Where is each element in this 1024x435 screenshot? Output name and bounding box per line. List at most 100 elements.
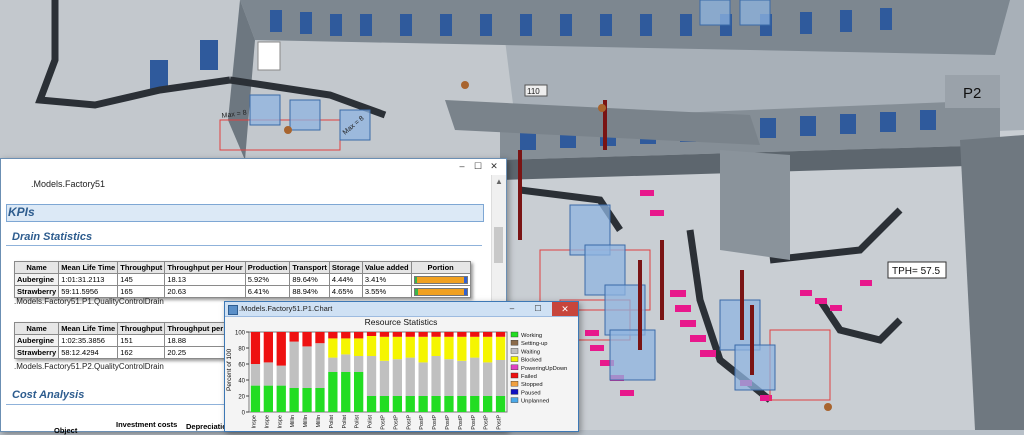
maximize-button[interactable]: ☐ [472,161,484,171]
portion-bar [413,287,468,296]
x-tick-label: Millin [290,415,296,428]
x-tick-label: PostP [406,415,412,430]
portion-segment [464,276,467,283]
report-title: .Models.Factory51 [31,179,106,189]
x-tick-label: Millin [303,415,309,428]
bar-segment [315,388,325,412]
bar-segment [328,372,338,412]
bar-segment [470,357,480,396]
bar-segment [495,360,506,396]
legend-entry: Stopped [521,382,543,388]
bar-segment [431,396,441,412]
bar-segment [341,332,351,339]
bar-segment [495,396,506,412]
close-button[interactable]: ✕ [552,302,578,316]
y-tick-label: 20 [238,395,245,401]
bar-segment [431,332,441,337]
close-button[interactable]: ✕ [488,161,500,171]
zone-label: P2 [963,85,981,102]
drain-table-p1: Name Mean Life Time Throughput Throughpu… [13,261,471,298]
bar-segment [341,354,351,372]
table1-caption: .Models.Factory51.P1.QualityControlDrain [14,297,164,306]
bar-segment [495,332,506,337]
bar-segment [354,372,364,412]
plot-area [248,331,508,413]
x-tick-label: PostP [471,415,477,430]
bar-segment [315,343,325,388]
portion-segment [464,288,467,295]
chart-window-title: .Models.Factory51.P1.Chart [239,304,333,313]
bar-segment [483,336,493,363]
bar-segment [366,356,377,396]
legend-entry: Working [521,333,542,339]
bar-segment [405,332,415,337]
x-tick-label: PostP [380,415,386,430]
portion-segment [417,288,464,295]
legend-swatch [510,389,519,395]
table-header-row: Name Mean Life Time Throughput Throughpu… [13,322,246,335]
bar-segment [276,365,286,386]
bar-segment [457,396,467,412]
drain-statistics-heading: Drain Statistics [12,231,93,243]
legend-swatch [510,356,519,362]
y-tick-label: 40 [238,379,245,385]
bar-segment [392,332,402,337]
legend-entry: Paused [521,390,541,396]
bar-segment [250,364,261,386]
bar-segment [379,360,390,396]
bar-segment [302,388,312,412]
bar-segment [354,356,364,372]
bar-segment [328,338,338,358]
resource-statistics-chart: Resource Statistics Percent of 100 0 20 40… [226,317,567,430]
y-tick-label: 100 [235,331,246,337]
bar-segment [276,385,286,412]
chart-display-icon [257,41,281,71]
bar-segment [289,332,299,342]
drain-table-p2: Name Mean Life Time Throughput Throughpu… [13,322,246,359]
legend-entry: Setting-up [521,341,547,347]
bar-segment [431,356,441,396]
bar-segment [405,357,415,396]
bar-segment [470,332,480,337]
counter-label: 110 [527,87,540,96]
bar-segment [444,332,454,337]
legend-swatch [510,364,519,370]
bar-segment [392,336,402,360]
table-row: Strawberry 59:11.5956 165 20.63 6.41% 88… [13,285,471,298]
kpis-heading: KPIs [8,205,35,219]
maximize-button[interactable]: ☐ [528,303,548,315]
bar-segment [302,346,312,388]
x-tick-label: PostP [432,415,438,430]
chart-window-titlebar[interactable]: .Models.Factory51.P1.Chart – ☐ ✕ [225,302,578,317]
bar-segment [379,336,390,361]
x-tick-label: Inspe [251,415,257,428]
x-tick-label: Polist [342,415,348,429]
bar-segment [418,332,428,337]
bar-segment [444,359,454,396]
x-tick-label: PostP [497,415,503,430]
legend-swatch [510,397,519,403]
legend-swatch [510,340,519,346]
bar-segment [495,336,506,360]
legend-entry: PoweringUpDown [521,366,567,372]
bar-segment [328,332,338,339]
tph-label: TPH= 57.5 [892,266,941,277]
table-row: Strawberry 58:12.4294 162 20.25 [13,346,246,359]
minimize-button[interactable]: – [456,161,468,171]
bar-segment [263,385,273,412]
bar-segment [250,385,261,412]
bar-segment [431,336,441,356]
bar-segment [289,388,299,412]
scroll-up-icon[interactable]: ▲ [495,177,503,186]
bar-segment [250,332,261,364]
scroll-thumb[interactable] [494,227,503,263]
bar-segment [289,341,299,388]
chart-window[interactable]: .Models.Factory51.P1.Chart – ☐ ✕ Resourc… [224,301,579,432]
bar-segment [444,336,454,360]
minimize-button[interactable]: – [502,303,522,315]
bar-segment [457,360,467,396]
table-row: Aubergine 1:02:35.3856 151 18.88 [13,334,246,347]
legend-entry: Blocked [521,358,542,364]
x-tick-label: Polist [355,415,361,429]
y-tick-label: 80 [238,347,245,353]
